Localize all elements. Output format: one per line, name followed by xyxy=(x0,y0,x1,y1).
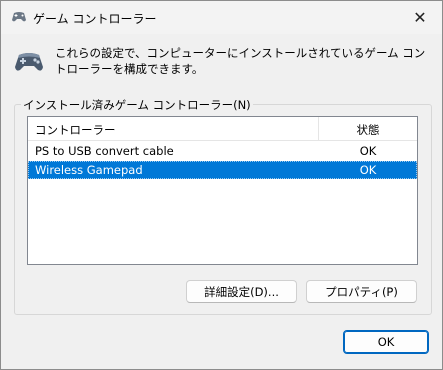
advanced-button[interactable]: 詳細設定(D)... xyxy=(186,280,297,303)
list-header: コントローラー 状態 xyxy=(28,117,417,141)
controller-status: OK xyxy=(359,144,377,158)
controllers-list[interactable]: コントローラー 状態 PS to USB convert cable OK Wi… xyxy=(27,116,418,265)
column-header-label: コントローラー xyxy=(35,123,116,137)
close-icon: ✕ xyxy=(413,8,427,27)
gamepad-icon xyxy=(14,51,44,73)
controller-name: Wireless Gamepad xyxy=(35,163,143,177)
list-item[interactable]: Wireless Gamepad OK xyxy=(28,161,417,179)
properties-button[interactable]: プロパティ(P) xyxy=(306,280,417,303)
controller-name: PS to USB convert cable xyxy=(35,144,174,158)
column-header-label: 状態 xyxy=(356,123,380,137)
description-text: これらの設定で、コンピューターにインストールされているゲーム コントローラーを構… xyxy=(55,46,426,76)
list-item[interactable]: PS to USB convert cable OK xyxy=(28,142,417,160)
window-title: ゲーム コントローラー xyxy=(33,12,157,26)
column-header-status[interactable]: 状態 xyxy=(319,117,417,140)
column-header-controller[interactable]: コントローラー xyxy=(28,117,319,140)
title-bar: ゲーム コントローラー ✕ xyxy=(1,1,442,34)
group-label: インストール済みゲーム コントローラー(N) xyxy=(21,97,253,113)
ok-button[interactable]: OK xyxy=(343,330,429,354)
close-button[interactable]: ✕ xyxy=(398,1,442,34)
gamepad-icon xyxy=(11,11,27,23)
game-controllers-dialog: ゲーム コントローラー ✕ これらの設定で、コンピューターにインストールされてい… xyxy=(0,0,443,370)
controller-status: OK xyxy=(359,163,377,177)
